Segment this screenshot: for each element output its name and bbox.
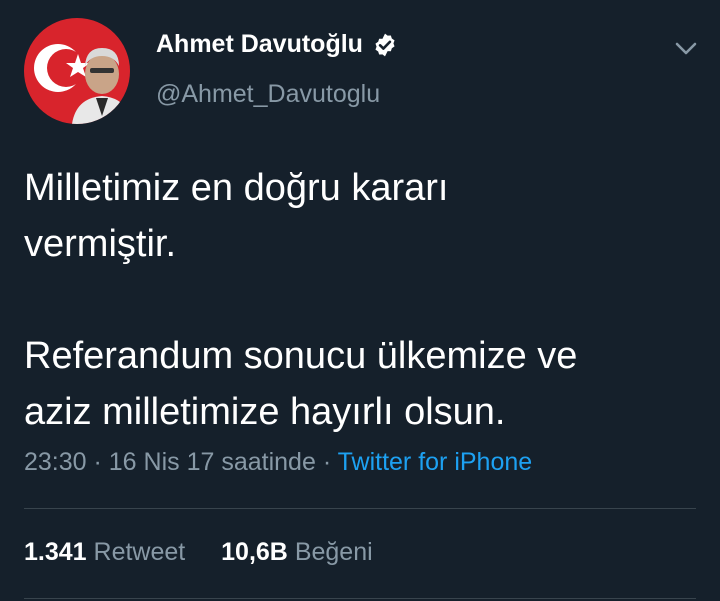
tweet-stats: 1.341 Retweet 10,6B Beğeni [24,538,373,567]
like-label: Beğeni [294,538,373,566]
avatar-image [24,18,130,124]
like-stat[interactable]: 10,6B Beğeni [221,538,373,566]
tweet-date: 16 Nis 17 saatinde [108,448,316,476]
verified-badge-icon [372,32,398,58]
divider [24,598,696,599]
author-name[interactable]: Ahmet Davutoğlu [156,30,398,59]
meta-separator: · [315,448,338,476]
tweet-line: vermiştir. [24,223,176,265]
tweet-source-link[interactable]: Twitter for iPhone [338,448,533,476]
author-handle[interactable]: @Ahmet_Davutoglu [156,80,380,109]
retweet-count: 1.341 [24,538,87,566]
paragraph-break [24,272,704,328]
like-count: 10,6B [221,538,288,566]
tweet-time: 23:30 [24,448,87,476]
retweet-label: Retweet [93,538,186,566]
meta-separator: · [86,448,109,476]
tweet-text: Milletimiz en doğru kararı vermiştir. Re… [24,160,704,440]
tweet-line: aziz milletimize hayırlı olsun. [24,391,506,433]
tweet-meta: 23:30 · 16 Nis 17 saatinde · Twitter for… [24,448,532,477]
divider [24,508,696,509]
tweet-line: Milletimiz en doğru kararı [24,167,449,209]
author-name-text[interactable]: Ahmet Davutoğlu [156,30,363,59]
retweet-stat[interactable]: 1.341 Retweet [24,538,185,566]
chevron-down-icon[interactable] [672,34,700,62]
tweet-line: Referandum sonucu ülkemize ve [24,335,578,377]
avatar[interactable] [24,18,130,124]
